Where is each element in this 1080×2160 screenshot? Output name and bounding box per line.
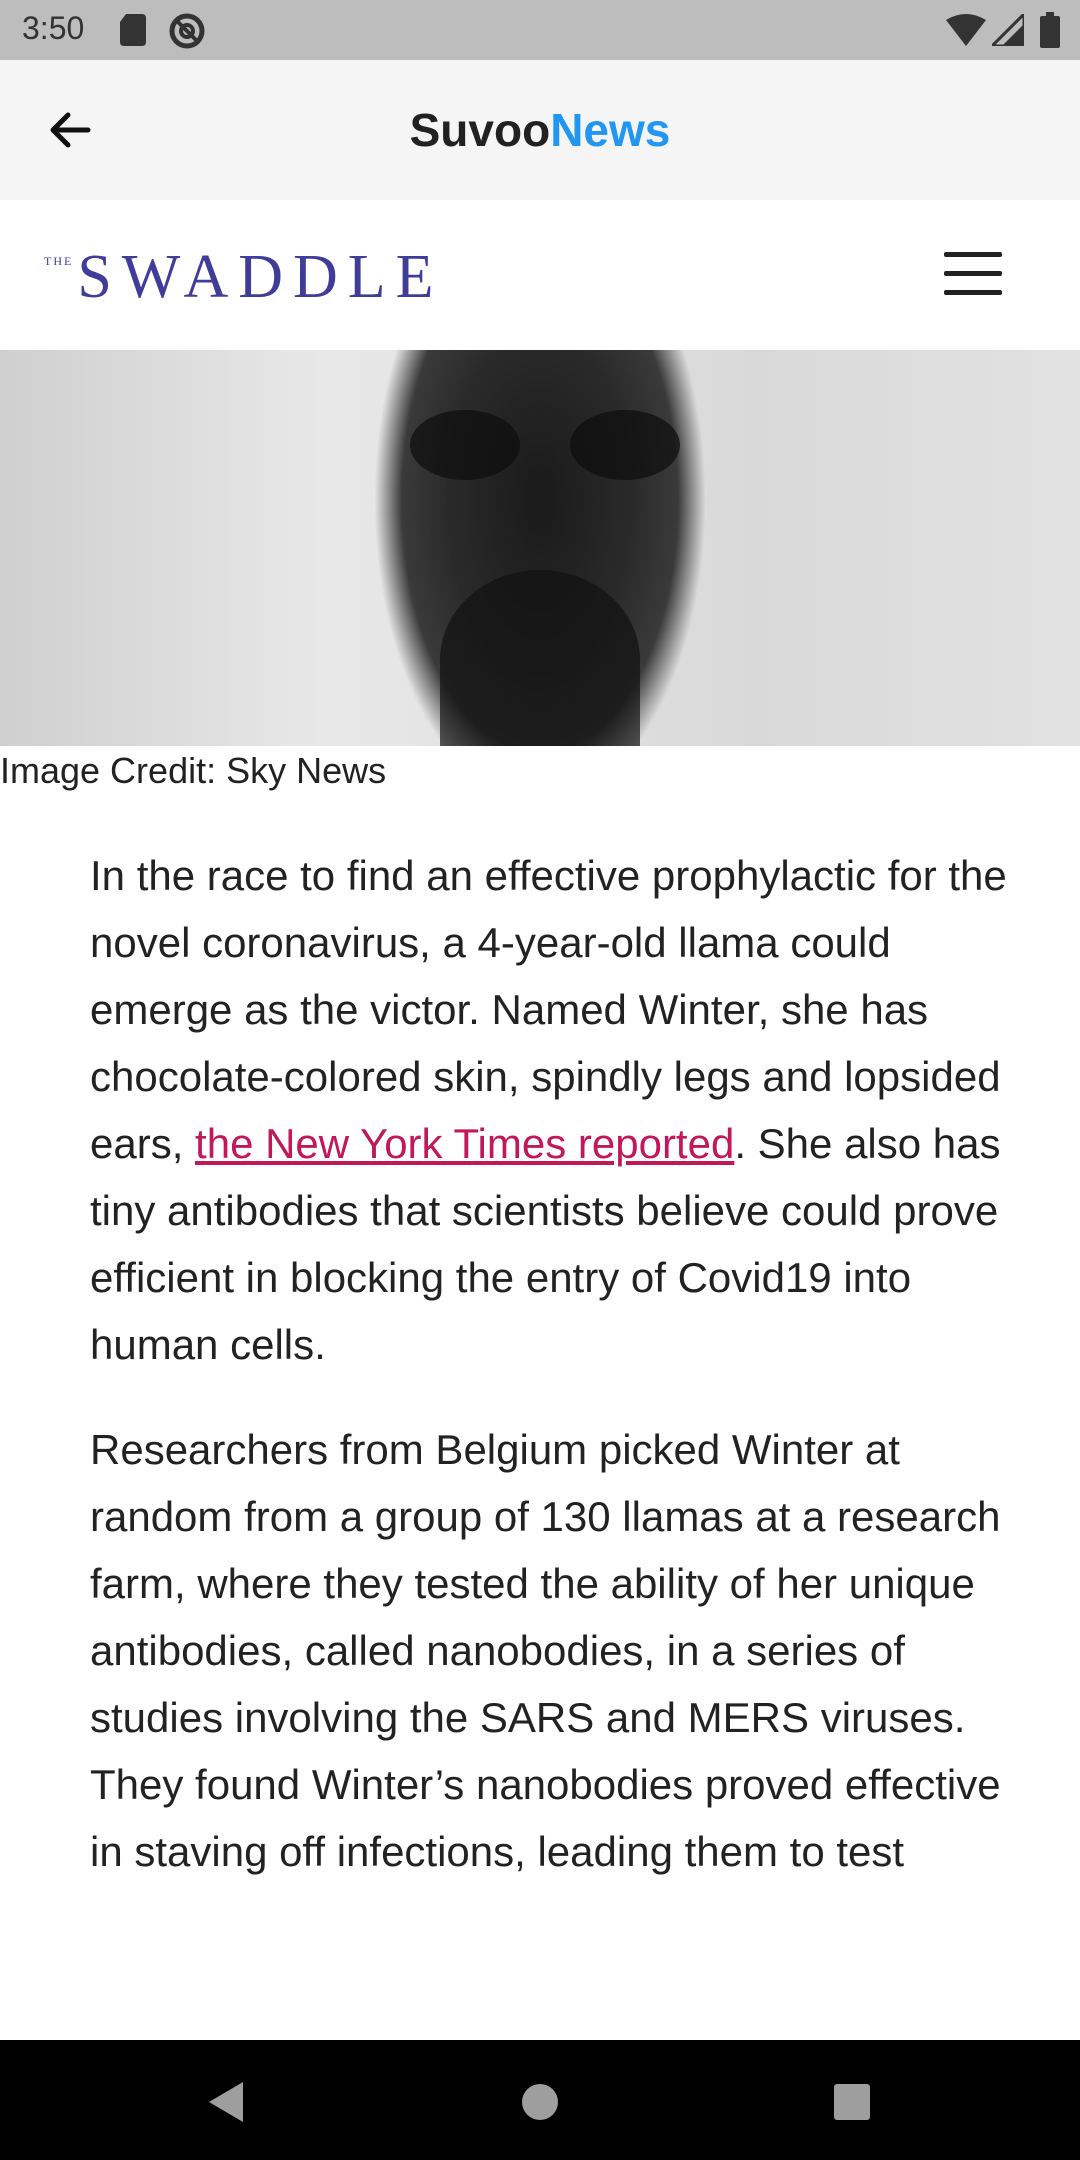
article-paragraph-1: In the race to find an effective prophyl… bbox=[90, 842, 1010, 1378]
app-bar: Suvoo News bbox=[0, 60, 1080, 200]
site-header: THE SWADDLE bbox=[0, 200, 1080, 351]
cellular-signal-icon bbox=[992, 14, 1024, 46]
app-title: Suvoo News bbox=[0, 60, 1080, 200]
wifi-icon bbox=[946, 14, 986, 46]
site-logo[interactable]: THE SWADDLE bbox=[44, 244, 444, 314]
back-arrow-icon[interactable] bbox=[40, 100, 100, 160]
image-caption: Image Credit: Sky News bbox=[0, 750, 387, 791]
logo-prefix: THE bbox=[44, 254, 74, 268]
article-body: In the race to find an effective prophyl… bbox=[90, 842, 1010, 1923]
logo-wordmark: SWADDLE bbox=[77, 243, 444, 311]
article-hero-image bbox=[0, 350, 1080, 746]
system-nav-bar bbox=[0, 2040, 1080, 2160]
nav-recents-icon[interactable] bbox=[834, 2084, 870, 2120]
article-paragraph-2: Researchers from Belgium picked Winter a… bbox=[90, 1426, 1001, 1875]
sync-off-icon bbox=[169, 13, 205, 49]
app-title-part1: Suvoo bbox=[409, 104, 551, 156]
nav-back-icon[interactable] bbox=[205, 2080, 245, 2124]
nyt-link[interactable]: the New York Times reported bbox=[195, 1120, 734, 1167]
battery-icon bbox=[1040, 12, 1060, 48]
status-bar: 3:50 bbox=[0, 0, 1080, 60]
sd-card-icon bbox=[120, 14, 146, 46]
status-time: 3:50 bbox=[22, 10, 85, 46]
nav-home-icon[interactable] bbox=[522, 2084, 558, 2120]
hamburger-menu-icon[interactable] bbox=[944, 252, 1002, 300]
app-title-part2: News bbox=[550, 104, 671, 156]
